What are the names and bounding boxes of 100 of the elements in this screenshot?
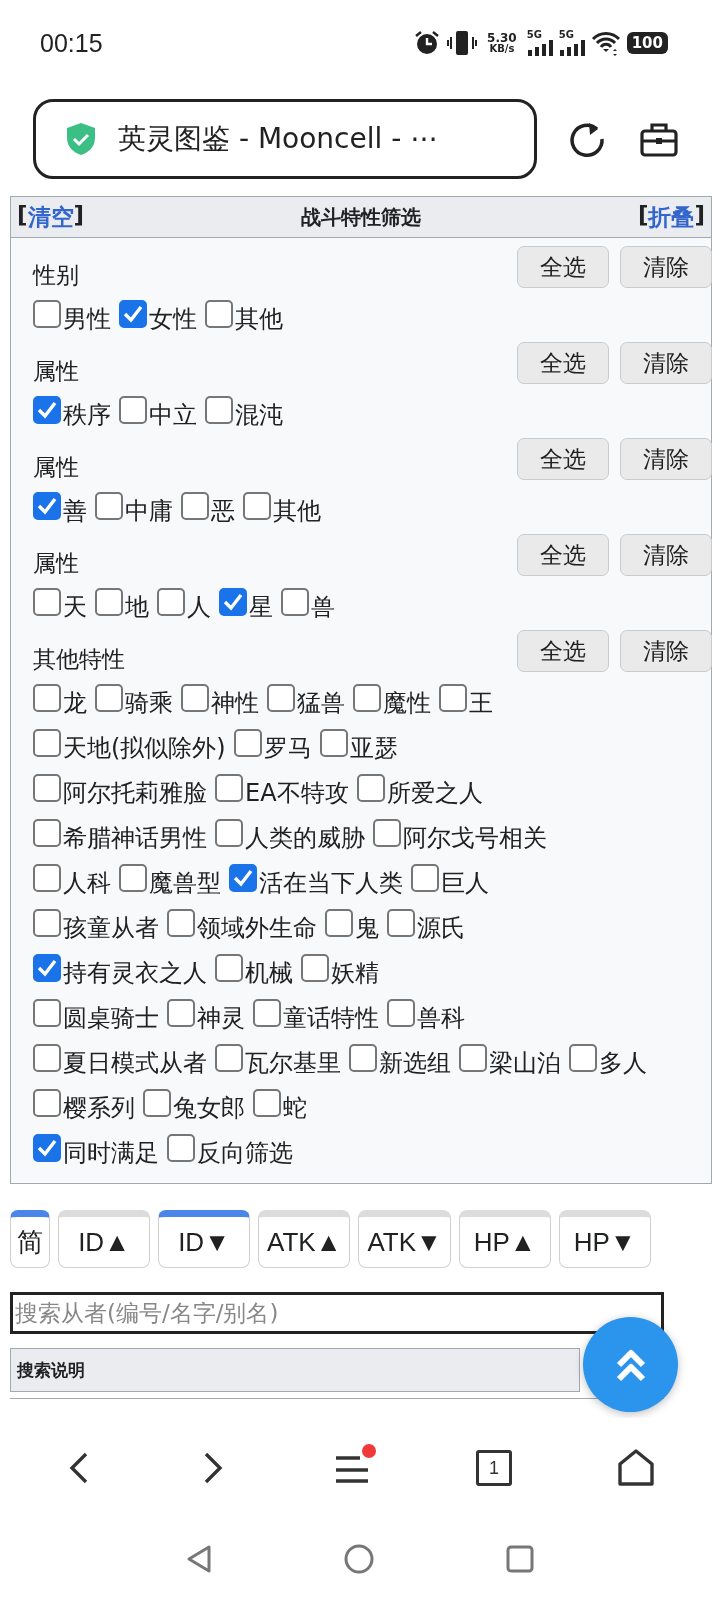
checkbox-label: 天地(拟似除外) <box>63 732 226 763</box>
collapse-link[interactable]: 折叠 <box>648 201 695 233</box>
checkbox[interactable] <box>119 300 147 328</box>
tab-count-button[interactable]: 1 <box>476 1450 512 1486</box>
checkbox[interactable] <box>33 863 61 892</box>
checkbox[interactable] <box>33 773 61 802</box>
sort-button[interactable]: 简 <box>10 1210 50 1268</box>
checkbox[interactable] <box>253 1088 281 1117</box>
checkbox[interactable] <box>33 1133 61 1162</box>
checkbox[interactable] <box>119 396 147 424</box>
checkbox[interactable] <box>205 396 233 424</box>
checkbox-label: 机械 <box>245 957 293 988</box>
checkbox[interactable] <box>356 773 385 802</box>
checkbox-label: 瓦尔基里 <box>245 1047 341 1078</box>
checkbox-label: 罗马 <box>263 732 312 763</box>
checkbox-label: 神性 <box>211 687 259 718</box>
checkbox[interactable] <box>33 300 61 328</box>
checkbox[interactable] <box>233 728 262 757</box>
back-to-top-button[interactable] <box>583 1317 678 1412</box>
checkbox-label: 活在当下人类 <box>259 867 403 898</box>
clear-button[interactable]: 清除 <box>620 246 712 288</box>
checkbox[interactable] <box>157 588 185 616</box>
search-help-bar[interactable]: 搜索说明 <box>10 1348 580 1392</box>
checkbox-label: 其他 <box>235 304 283 334</box>
recents-square-icon[interactable] <box>505 1544 535 1574</box>
checkbox[interactable] <box>167 1133 195 1162</box>
checkbox[interactable] <box>349 1043 377 1072</box>
checkbox[interactable] <box>411 863 439 892</box>
checkbox[interactable] <box>219 588 247 616</box>
home-circle-icon[interactable] <box>343 1543 375 1575</box>
checkbox[interactable] <box>33 492 61 520</box>
checkbox[interactable] <box>119 863 147 892</box>
checkbox[interactable] <box>387 908 415 937</box>
select-all-button[interactable]: 全选 <box>517 342 609 384</box>
checkbox[interactable] <box>95 492 123 520</box>
checkbox[interactable] <box>459 1043 487 1072</box>
sort-button[interactable]: ID▼ <box>158 1210 250 1268</box>
checkbox[interactable] <box>215 818 243 847</box>
checkbox[interactable] <box>167 908 195 937</box>
sort-button[interactable]: ID▲ <box>58 1210 150 1268</box>
checkbox[interactable] <box>95 588 123 616</box>
checkbox[interactable] <box>33 588 61 616</box>
address-bar[interactable]: 英灵图鉴 - Mooncell - ⋯ <box>33 99 537 179</box>
checkbox[interactable] <box>167 998 195 1027</box>
checkbox[interactable] <box>33 1043 61 1072</box>
checkbox[interactable] <box>33 728 61 757</box>
checkbox[interactable] <box>253 998 281 1027</box>
sort-button[interactable]: HP▲ <box>458 1210 551 1268</box>
sort-button[interactable]: HP▼ <box>558 1210 651 1268</box>
checkbox[interactable] <box>373 818 401 847</box>
checkbox[interactable] <box>181 683 209 712</box>
checkbox[interactable] <box>33 1088 61 1117</box>
checkbox[interactable] <box>353 683 381 712</box>
checkbox[interactable] <box>33 953 61 982</box>
sort-button[interactable]: ATK▼ <box>358 1210 451 1268</box>
checkbox[interactable] <box>215 1043 243 1072</box>
search-help-title: 搜索说明 <box>17 1358 85 1382</box>
checkbox-label: 地 <box>125 592 149 622</box>
checkbox-label: 反向筛选 <box>197 1137 293 1168</box>
checkbox[interactable] <box>215 953 243 982</box>
checkbox[interactable] <box>205 300 233 328</box>
checkbox[interactable] <box>439 683 467 712</box>
checkbox-label: 魔性 <box>383 687 431 718</box>
checkbox[interactable] <box>229 863 257 892</box>
clear-button[interactable]: 清除 <box>620 438 712 480</box>
back-triangle-icon[interactable] <box>185 1544 213 1574</box>
checkbox[interactable] <box>215 773 243 802</box>
search-field[interactable]: 搜索从者(编号/名字/别名) <box>10 1292 664 1334</box>
checkbox[interactable] <box>569 1043 597 1072</box>
checkbox-label: 圆桌骑士 <box>63 1002 159 1033</box>
clear-button[interactable]: 清除 <box>620 630 712 672</box>
checkbox[interactable] <box>267 683 295 712</box>
checkbox[interactable] <box>33 683 61 712</box>
clear-button[interactable]: 清除 <box>620 534 712 576</box>
checkbox[interactable] <box>143 1088 171 1117</box>
checkbox[interactable] <box>33 818 61 847</box>
checkbox[interactable] <box>181 492 209 520</box>
checkbox-label: 鬼 <box>355 912 379 943</box>
checkbox[interactable] <box>33 998 61 1027</box>
checkbox[interactable] <box>319 728 348 757</box>
group-label: 属性 <box>33 357 79 386</box>
signal-icon <box>526 40 553 56</box>
checkbox[interactable] <box>387 998 415 1027</box>
checkbox-label: 希腊神话男性 <box>63 822 207 853</box>
checkbox[interactable] <box>33 396 61 424</box>
checkbox[interactable] <box>95 683 123 712</box>
shield-check-icon <box>64 121 98 157</box>
checkbox[interactable] <box>301 953 329 982</box>
checkbox[interactable] <box>281 588 309 616</box>
checkbox[interactable] <box>325 908 353 937</box>
select-all-button[interactable]: 全选 <box>517 438 609 480</box>
select-all-button[interactable]: 全选 <box>517 246 609 288</box>
clear-link[interactable]: 清空 <box>27 201 74 233</box>
home-icon[interactable] <box>616 1448 656 1488</box>
checkbox[interactable] <box>243 492 271 520</box>
sort-button[interactable]: ATK▲ <box>258 1210 351 1268</box>
checkbox[interactable] <box>33 908 61 937</box>
select-all-button[interactable]: 全选 <box>517 534 609 576</box>
clear-button[interactable]: 清除 <box>620 342 712 384</box>
select-all-button[interactable]: 全选 <box>517 630 609 672</box>
